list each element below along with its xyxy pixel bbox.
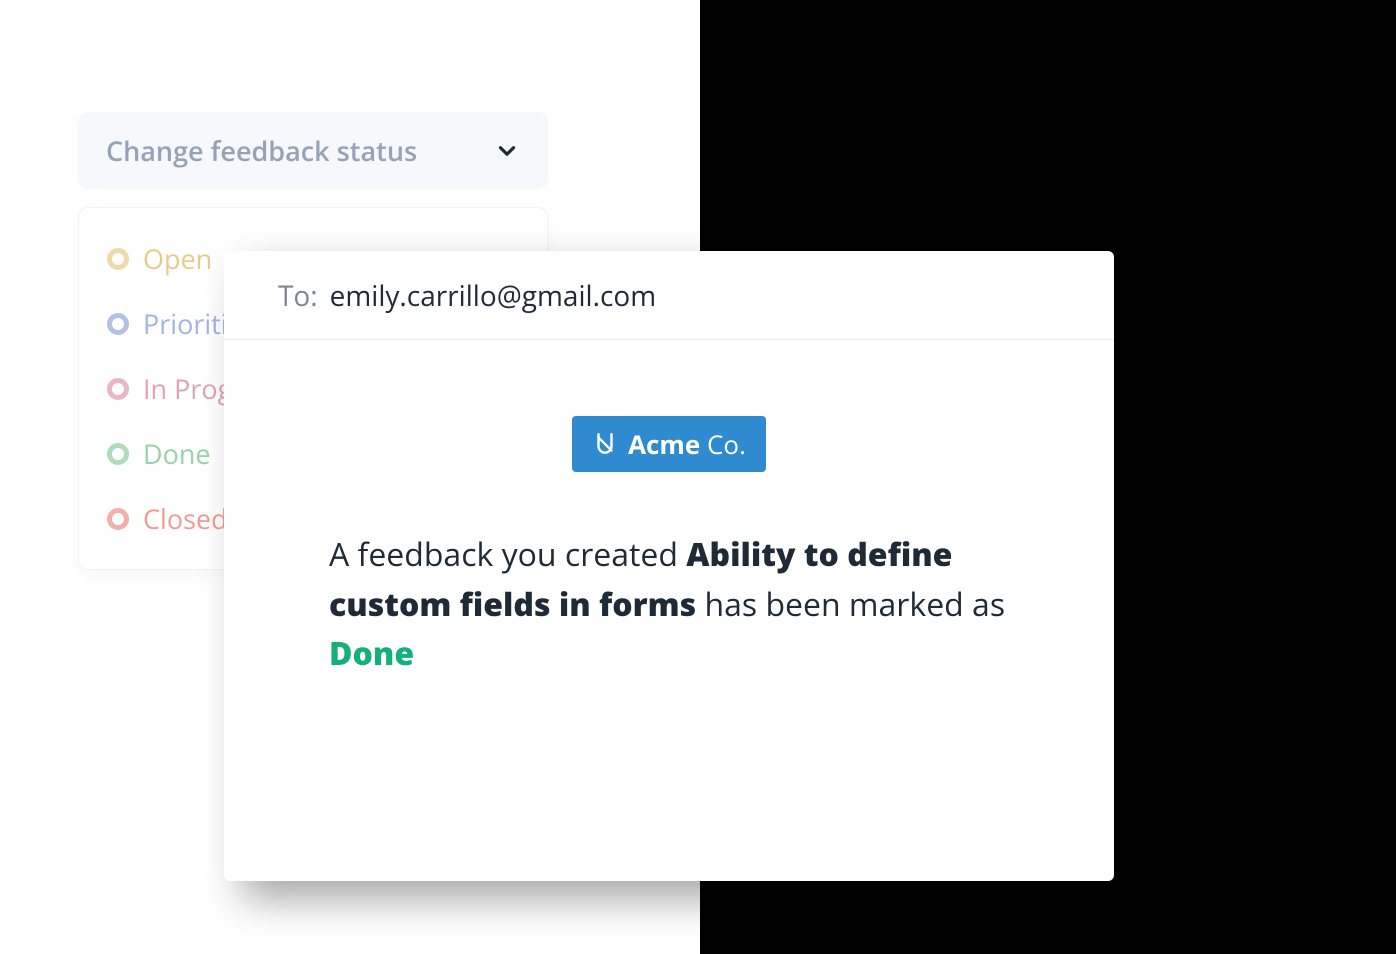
- status-option-label: Done: [143, 435, 211, 472]
- email-body: Acme Co. A feedback you created Ability …: [224, 340, 1114, 679]
- dropdown-label: Change feedback status: [106, 132, 417, 169]
- status-ring-icon: [107, 508, 129, 530]
- email-header: To: emily.carrillo@gmail.com: [224, 251, 1114, 340]
- status-ring-icon: [107, 248, 129, 270]
- email-notification-card: To: emily.carrillo@gmail.com Acme Co. A …: [224, 251, 1114, 881]
- message-prefix: A feedback you created: [329, 533, 686, 576]
- dropdown-trigger[interactable]: Change feedback status: [78, 112, 548, 189]
- logo-text: Acme Co.: [628, 426, 746, 462]
- email-message: A feedback you created Ability to define…: [329, 530, 1009, 679]
- status-ring-icon: [107, 313, 129, 335]
- company-logo-badge: Acme Co.: [572, 416, 766, 472]
- logo-icon: [592, 431, 618, 457]
- message-status: Done: [329, 632, 414, 675]
- status-ring-icon: [107, 443, 129, 465]
- message-middle: has been marked as: [696, 583, 1005, 626]
- email-to-label: To:: [278, 277, 318, 315]
- status-option-label: Closed: [143, 500, 228, 537]
- chevron-down-icon: [494, 138, 520, 164]
- email-to-address: emily.carrillo@gmail.com: [330, 277, 657, 315]
- status-option-label: Open: [143, 240, 212, 277]
- status-ring-icon: [107, 378, 129, 400]
